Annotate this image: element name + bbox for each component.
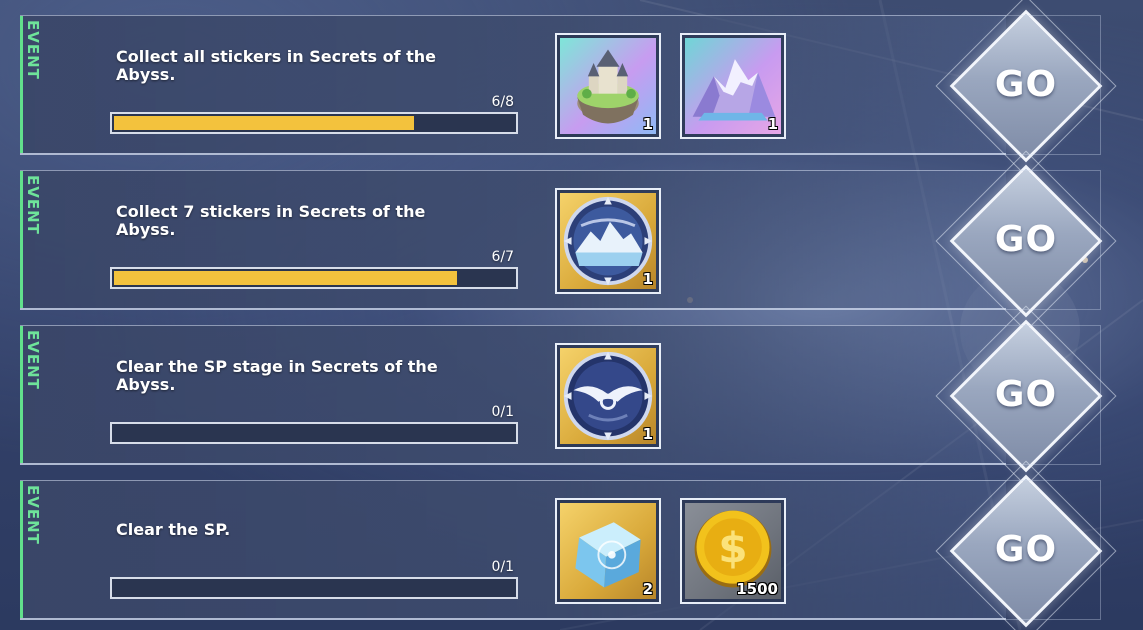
go-button-label: GO (994, 64, 1058, 105)
quest-row-2: EVENT Collect 7 stickers in Secrets of t… (20, 150, 1117, 332)
quest-row-1: EVENT Collect all stickers in Secrets of… (20, 0, 1117, 177)
progress-bar (110, 422, 518, 444)
go-button-label: GO (994, 219, 1058, 260)
go-button-label: GO (994, 529, 1058, 570)
quest-title: Clear the SP. (116, 520, 231, 539)
go-button[interactable]: GO (926, 150, 1126, 332)
quest-title: Clear the SP stage in Secrets of the Aby… (116, 357, 438, 394)
reward-count: 1 (642, 425, 653, 443)
reward-count: 1 (642, 270, 653, 288)
reward-item[interactable]: 1 (555, 343, 661, 449)
progress-count: 6/8 (491, 94, 514, 110)
event-tag: EVENT (24, 175, 42, 235)
reward-count: 1 (767, 115, 778, 133)
reward-item[interactable]: 1 (555, 33, 661, 139)
event-tag: EVENT (24, 485, 42, 545)
go-button[interactable]: GO (926, 460, 1126, 630)
reward-item[interactable]: 2 (555, 498, 661, 604)
svg-text:$: $ (718, 524, 747, 573)
reward-count: 1500 (736, 580, 778, 598)
event-tag: EVENT (24, 20, 42, 80)
progress-bar (110, 267, 518, 289)
reward-item[interactable]: $ 1500 (680, 498, 786, 604)
go-button[interactable]: GO (926, 0, 1126, 177)
reward-count: 2 (642, 580, 653, 598)
progress-count: 0/1 (491, 559, 514, 575)
reward-count: 1 (642, 115, 653, 133)
quest-title: Collect all stickers in Secrets of the A… (116, 47, 436, 84)
progress-bar-fill (114, 271, 457, 285)
progress-count: 6/7 (491, 249, 514, 265)
progress-bar-fill (114, 116, 414, 130)
quest-row-4: EVENT Clear the SP. 0/1 2 $ 1500 GO (20, 460, 1117, 630)
progress-bar (110, 577, 518, 599)
go-button-label: GO (994, 374, 1058, 415)
quest-row-3: EVENT Clear the SP stage in Secrets of t… (20, 305, 1117, 487)
quest-title: Collect 7 stickers in Secrets of the Aby… (116, 202, 426, 239)
event-tag: EVENT (24, 330, 42, 390)
progress-count: 0/1 (491, 404, 514, 420)
reward-item[interactable]: 1 (555, 188, 661, 294)
reward-item[interactable]: 1 (680, 33, 786, 139)
go-button[interactable]: GO (926, 305, 1126, 487)
progress-bar (110, 112, 518, 134)
